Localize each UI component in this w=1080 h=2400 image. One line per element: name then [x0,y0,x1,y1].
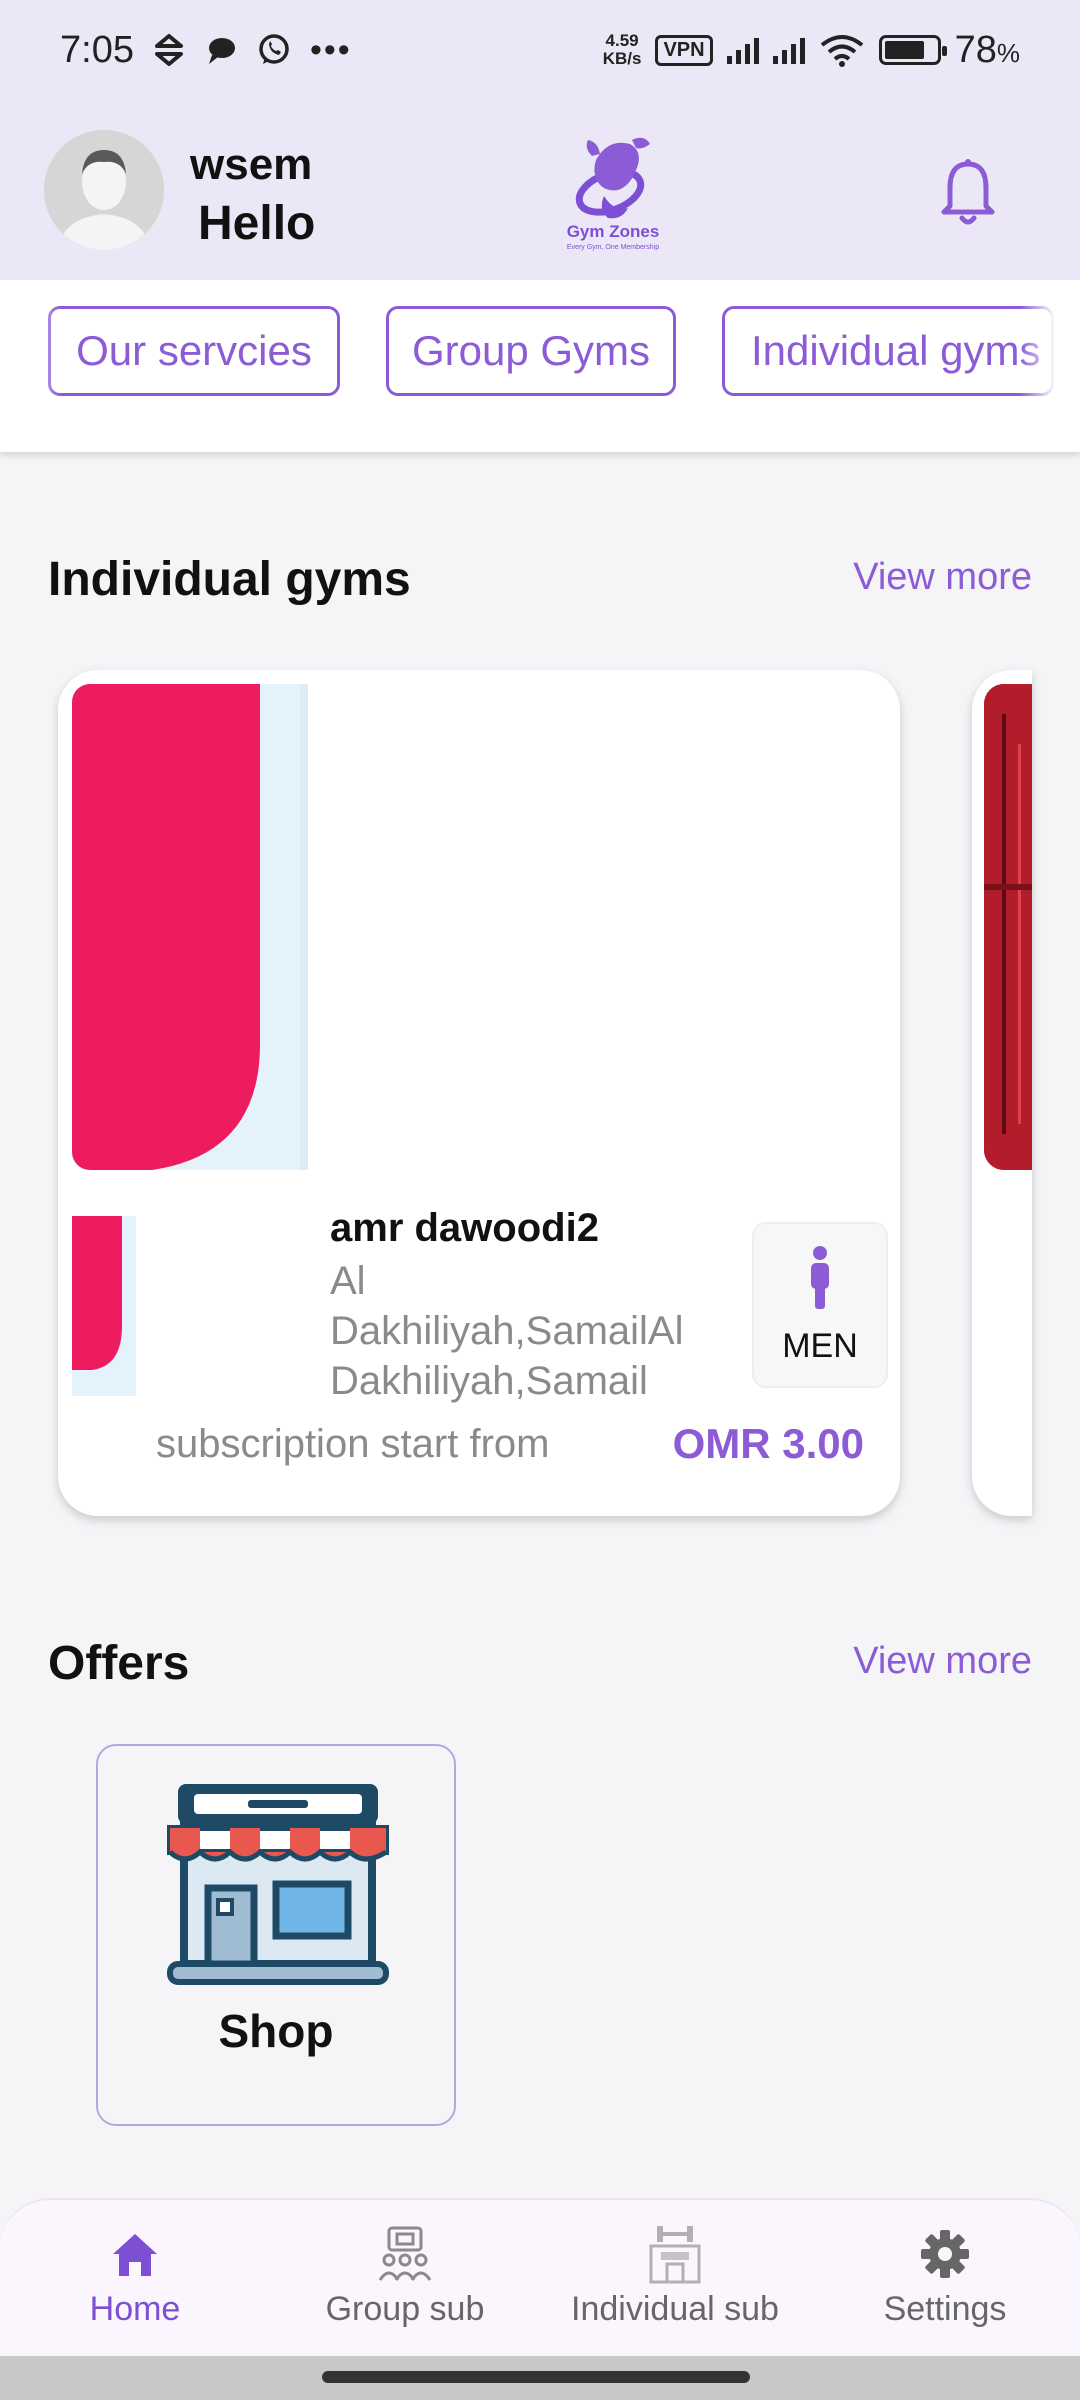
avatar[interactable] [44,130,164,250]
gym-card-next[interactable] [972,670,1032,1516]
nav-label-settings: Settings [883,2290,1007,2328]
gym-logo-image [72,684,308,1170]
wifi-icon [820,35,863,67]
system-gesture-area [0,2356,1080,2400]
bottom-navigation: Home Group sub Individual sub Settings [0,2198,1080,2356]
chip-our-services[interactable]: Our servcies [48,306,340,396]
subscription-label: subscription start from [156,1422,550,1466]
offer-card-shop[interactable]: Shop [96,1744,456,2126]
vpn-badge: VPN [655,34,713,66]
network-speed: 4.59 KB/s [602,31,642,68]
battery-percent: 78% [954,28,1020,71]
greeting-text: Hello [198,197,316,250]
gear-icon [921,2230,969,2278]
chat-bubble-icon [208,38,235,64]
gym-image [72,684,308,1170]
gym-name: amr dawoodi2 [330,1206,599,1250]
individual-gyms-title: Individual gyms [48,553,411,606]
data-sync-icon [154,34,183,66]
gym-photo-next [984,684,1032,1170]
nav-label-individual-sub: Individual sub [571,2290,779,2328]
user-name: wsem [190,140,313,189]
user-silhouette-icon [44,130,164,250]
gym-thumbnail [72,1216,136,1396]
nav-label-home: Home [89,2290,181,2328]
home-icon [113,2234,157,2276]
signal-icon-2 [772,36,805,64]
logo-tagline: Every Gym, One Membership [566,244,660,251]
chips-right-fade [1020,280,1080,452]
offers-title: Offers [48,1637,190,1690]
gender-label: MEN [782,1326,858,1365]
individual-gyms-view-more[interactable]: View more [853,556,1032,599]
nav-settings[interactable]: Settings [810,2224,1080,2329]
group-sub-icon [378,2226,432,2281]
more-notifications-icon: ••• [309,30,352,69]
gym-thumbnail-image [72,1216,136,1396]
gender-badge: MEN [752,1222,888,1388]
nav-label-group-sub: Group sub [325,2290,485,2328]
signal-icon [726,36,759,64]
nav-individual-sub[interactable]: Individual sub [540,2224,810,2329]
battery-icon [878,35,947,65]
gesture-handle[interactable] [322,2371,750,2383]
chip-group-gyms[interactable]: Group Gyms [386,306,676,396]
app-header: wsem Hello Gym Zones Every Gym, One Memb… [0,100,1080,280]
chips-left-fade [0,280,60,452]
bell-icon[interactable] [936,156,1000,228]
gym-zones-logo: Gym Zones Every Gym, One Membership [548,130,678,260]
offer-label: Shop [218,2005,334,2057]
logo-text: Gym Zones [566,222,660,241]
nav-home[interactable]: Home [0,2224,270,2329]
status-bar: 7:05 ••• 4.59 KB/s VPN 78% [0,0,1080,100]
subscription-price: OMR 3.00 [672,1420,864,1467]
whatsapp-icon [259,34,289,64]
nav-group-sub[interactable]: Group sub [270,2224,540,2329]
category-chips: Our servcies Group Gyms Individual gyms [0,280,1080,452]
individual-sub-icon [649,2226,701,2284]
male-person-icon [811,1245,829,1309]
shop-icon [167,1784,389,1985]
gym-card[interactable]: amr dawoodi2 Al Dakhiliyah,SamailAl Dakh… [58,670,900,1516]
status-time: 7:05 [60,28,134,71]
gym-location: Al Dakhiliyah,SamailAl Dakhiliyah,Samail [330,1259,684,1403]
gym-image-next [984,684,1032,1170]
chip-individual-gyms[interactable]: Individual gyms [722,306,1054,396]
offers-view-more[interactable]: View more [853,1640,1032,1683]
